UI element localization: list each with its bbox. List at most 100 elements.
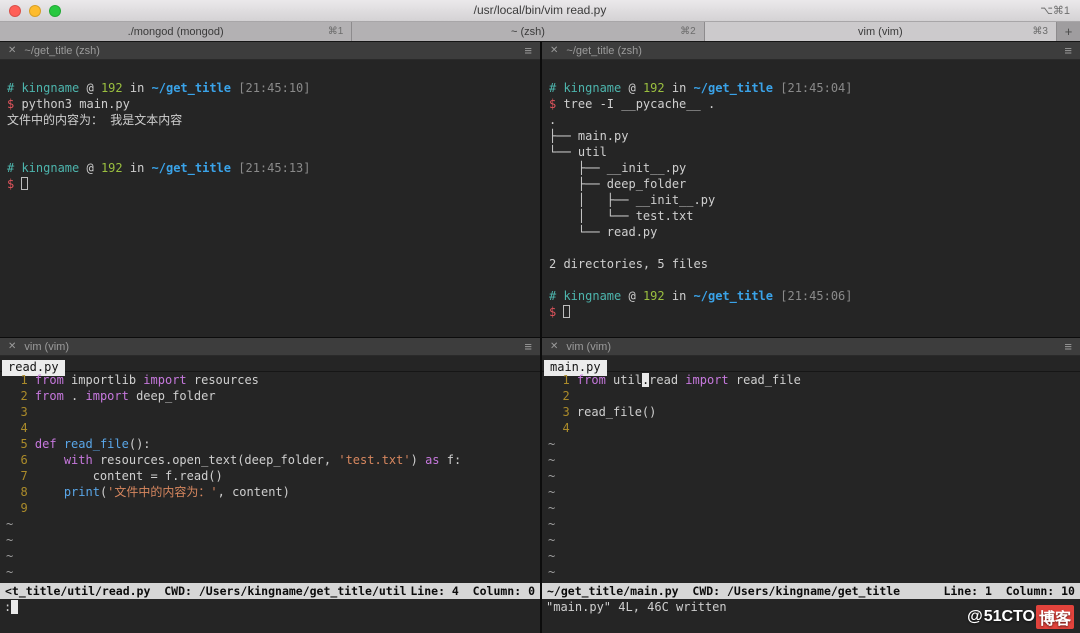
- pane-title: ~/get_title (zsh): [566, 45, 642, 57]
- minimize-window-button[interactable]: [29, 5, 41, 17]
- window-shortcut: ⌥⌘1: [1040, 4, 1080, 17]
- watermark-suffix: 博客: [1036, 605, 1074, 629]
- pane-titlebar: ✕ vim (vim) ≡: [542, 338, 1080, 356]
- tab-label: vim (vim): [858, 26, 903, 38]
- vim-status-position: Line: 1 Column: 10: [943, 583, 1075, 599]
- terminal-line: # kingname @ 192 in ~/get_title [21:45:1…: [7, 160, 540, 176]
- terminal-line: # kingname @ 192 in ~/get_title [21:45:1…: [7, 80, 540, 96]
- terminal-line: 4: [548, 420, 1080, 436]
- pane-top-right: ✕ ~/get_title (zsh) ≡ # kingname @ 192 i…: [540, 42, 1080, 337]
- terminal-line: 3: [6, 404, 540, 420]
- pane-title: vim (vim): [24, 341, 69, 353]
- terminal-line: ~: [548, 484, 1080, 500]
- vim-buffer[interactable]: 1 from importlib import resources 2 from…: [0, 372, 540, 583]
- cursor: [563, 305, 570, 318]
- zoom-window-button[interactable]: [49, 5, 61, 17]
- close-window-button[interactable]: [9, 5, 21, 17]
- terminal-tab[interactable]: ./mongod (mongod) ⌘1: [0, 22, 352, 41]
- traffic-lights: [0, 5, 61, 17]
- terminal-line: └── util: [549, 144, 1080, 160]
- terminal-line: 2: [548, 388, 1080, 404]
- vim-cmdline[interactable]: :: [0, 599, 540, 615]
- terminal-line: $ python3 main.py: [7, 96, 540, 112]
- terminal-line: # kingname @ 192 in ~/get_title [21:45:0…: [549, 80, 1080, 96]
- terminal-line: ~: [6, 564, 540, 580]
- terminal-line: .: [549, 112, 1080, 128]
- vim-status-position: Line: 4 Column: 0: [410, 583, 535, 599]
- watermark-at: @: [967, 608, 983, 626]
- terminal-line: 2 from . import deep_folder: [6, 388, 540, 404]
- vim-status-file: ~/get_title/main.py CWD: /Users/kingname…: [547, 583, 900, 599]
- pane-menu-icon[interactable]: ≡: [524, 46, 532, 56]
- close-pane-icon[interactable]: ✕: [8, 341, 16, 352]
- window-title: /usr/local/bin/vim read.py: [0, 0, 1080, 21]
- terminal-line: ~: [548, 468, 1080, 484]
- vim-statusline: ~/get_title/main.py CWD: /Users/kingname…: [542, 583, 1080, 599]
- terminal-line: :: [4, 599, 540, 615]
- terminal-line: 5 def read_file():: [6, 436, 540, 452]
- pane-title: ~/get_title (zsh): [24, 45, 100, 57]
- tab-shortcut: ⌘1: [328, 26, 344, 37]
- terminal-line: 1 from importlib import resources: [6, 372, 540, 388]
- terminal-line: 6 with resources.open_text(deep_folder, …: [6, 452, 540, 468]
- terminal-line: ~: [6, 516, 540, 532]
- terminal-line: ~: [6, 548, 540, 564]
- watermark: @51CTO博客: [967, 605, 1074, 629]
- pane-menu-icon[interactable]: ≡: [1064, 46, 1072, 56]
- tab-label: ~ (zsh): [511, 26, 545, 38]
- terminal-line: ~: [548, 548, 1080, 564]
- terminal-line: 8 print('文件中的内容为：', content): [6, 484, 540, 500]
- vim-buffer[interactable]: 1 from util.read import read_file 2 3 re…: [542, 372, 1080, 583]
- split-panes: ✕ ~/get_title (zsh) ≡ # kingname @ 192 i…: [0, 42, 1080, 633]
- close-pane-icon[interactable]: ✕: [550, 45, 558, 56]
- pane-menu-icon[interactable]: ≡: [1064, 342, 1072, 352]
- tab-shortcut: ⌘3: [1032, 26, 1048, 37]
- vim-tabline: main.py: [542, 356, 1080, 372]
- vim-tabline: read.py: [0, 356, 540, 372]
- window-titlebar[interactable]: /usr/local/bin/vim read.py ⌥⌘1: [0, 0, 1080, 22]
- terminal-line: 3 read_file(): [548, 404, 1080, 420]
- terminal-line: $ tree -I __pycache__ .: [549, 96, 1080, 112]
- terminal-line: ├── main.py: [549, 128, 1080, 144]
- tab-list: ./mongod (mongod) ⌘1 ~ (zsh) ⌘2 vim (vim) ⌘3: [0, 22, 1057, 41]
- pane-top-left: ✕ ~/get_title (zsh) ≡ # kingname @ 192 i…: [0, 42, 540, 337]
- terminal-line: ~: [6, 532, 540, 548]
- terminal-line: 2 directories, 5 files: [549, 256, 1080, 272]
- terminal-line: $: [7, 176, 540, 192]
- terminal-line: [549, 240, 1080, 256]
- vim-spacer: [0, 615, 540, 633]
- terminal-line: [7, 144, 540, 160]
- pane-title: vim (vim): [566, 341, 611, 353]
- terminal-tab[interactable]: vim (vim) ⌘3: [705, 22, 1057, 41]
- terminal-line: # kingname @ 192 in ~/get_title [21:45:0…: [549, 288, 1080, 304]
- terminal-line: ├── deep_folder: [549, 176, 1080, 192]
- close-pane-icon[interactable]: ✕: [8, 45, 16, 56]
- terminal-line: [7, 64, 540, 80]
- terminal-line: ~: [548, 436, 1080, 452]
- close-pane-icon[interactable]: ✕: [550, 341, 558, 352]
- tab-shortcut: ⌘2: [680, 26, 696, 37]
- terminal-tab[interactable]: ~ (zsh) ⌘2: [352, 22, 704, 41]
- cursor: [11, 600, 18, 614]
- terminal-line: ~: [548, 500, 1080, 516]
- new-tab-button[interactable]: +: [1057, 22, 1080, 41]
- terminal-line: │ ├── __init__.py: [549, 192, 1080, 208]
- pane-titlebar: ✕ ~/get_title (zsh) ≡: [542, 42, 1080, 60]
- terminal-line: 9: [6, 500, 540, 516]
- terminal-line: 7 content = f.read(): [6, 468, 540, 484]
- terminal-line: │ └── test.txt: [549, 208, 1080, 224]
- pane-menu-icon[interactable]: ≡: [524, 342, 532, 352]
- terminal-line: $: [549, 304, 1080, 320]
- terminal-line: ~: [548, 516, 1080, 532]
- terminal-line: └── read.py: [549, 224, 1080, 240]
- terminal-line: [549, 272, 1080, 288]
- terminal-output[interactable]: # kingname @ 192 in ~/get_title [21:45:1…: [0, 60, 540, 337]
- terminal-line: ~: [548, 532, 1080, 548]
- terminal-line: ~: [548, 452, 1080, 468]
- tab-label: ./mongod (mongod): [128, 26, 224, 38]
- terminal-output[interactable]: # kingname @ 192 in ~/get_title [21:45:0…: [542, 60, 1080, 337]
- cursor: [21, 177, 28, 190]
- pane-titlebar: ✕ vim (vim) ≡: [0, 338, 540, 356]
- pane-titlebar: ✕ ~/get_title (zsh) ≡: [0, 42, 540, 60]
- terminal-line: 4: [6, 420, 540, 436]
